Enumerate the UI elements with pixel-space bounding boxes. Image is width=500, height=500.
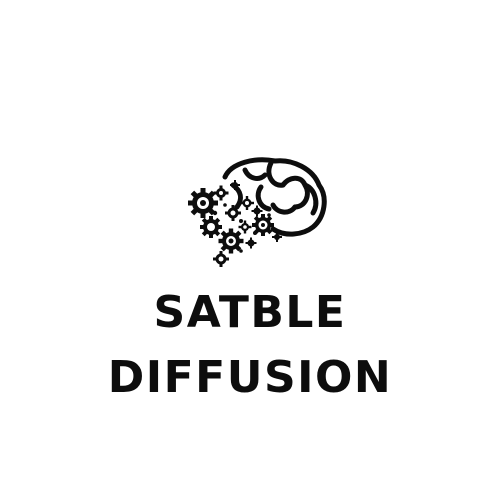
logo-canvas: SATBLE DIFFUSION [0,0,500,500]
logo-title-line-2: DIFFUSION [107,352,393,403]
logo-title-line-1: SATBLE [153,287,347,338]
brain-gears-icon [188,157,327,267]
